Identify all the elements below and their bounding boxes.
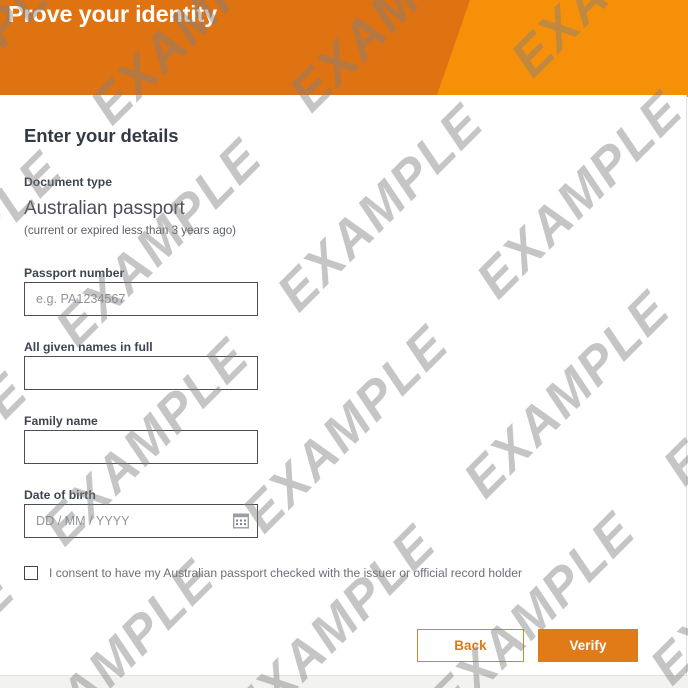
document-type-group: Document type Australian passport (curre… [24,174,664,238]
form-content: Enter your details Document type Austral… [24,125,664,581]
verify-button[interactable]: Verify [538,629,638,662]
document-type-note: (current or expired less than 3 years ag… [24,224,237,237]
document-type-label: Document type [24,175,113,189]
page-title: Prove your identity [8,1,218,27]
date-of-birth-label: Date of birth [24,488,96,502]
page-header: Prove your identity [0,0,688,97]
given-names-label: All given names in full [24,340,153,354]
footer-strip [0,675,688,688]
back-button[interactable]: Back [417,629,524,662]
family-name-input[interactable] [24,430,258,464]
date-of-birth-group: Date of birth [24,486,664,538]
passport-number-group: Passport number [24,264,664,316]
family-name-label: Family name [24,414,98,428]
calendar-icon[interactable] [232,513,250,529]
passport-number-label: Passport number [24,266,125,280]
date-of-birth-wrapper [24,504,258,538]
given-names-group: All given names in full [24,338,664,390]
section-heading: Enter your details [24,125,179,146]
passport-number-input[interactable] [24,282,258,316]
prove-identity-page: Prove your identity Enter your details D… [0,0,688,688]
consent-checkbox[interactable] [24,566,38,580]
family-name-group: Family name [24,412,664,464]
given-names-input[interactable] [24,356,258,390]
action-buttons: Back Verify [417,629,638,662]
consent-label: I consent to have my Australian passport… [49,566,523,580]
document-type-value: Australian passport [24,198,185,219]
consent-row[interactable]: I consent to have my Australian passport… [24,565,664,581]
date-of-birth-input[interactable] [24,504,258,538]
